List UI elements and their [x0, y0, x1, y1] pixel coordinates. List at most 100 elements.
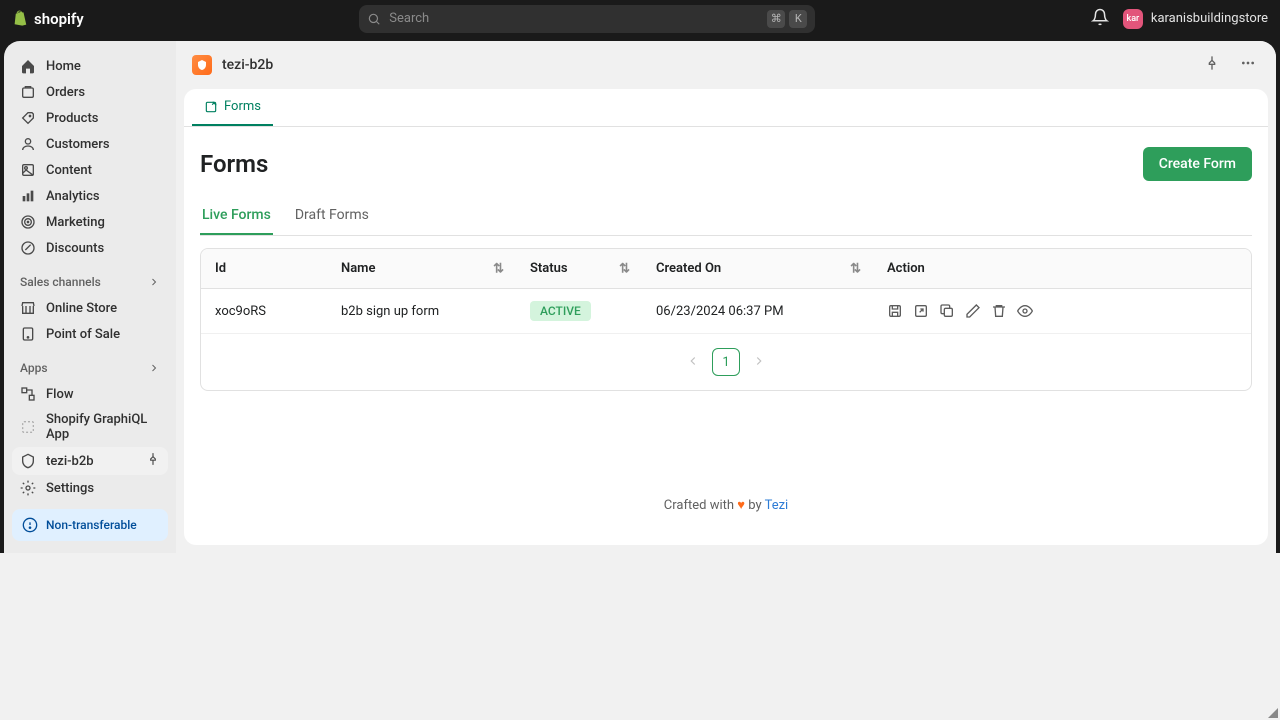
- col-created[interactable]: Created On⇅: [642, 249, 873, 289]
- content-area: tezi-b2b Forms Forms Create Form Live: [176, 41, 1276, 553]
- footer: Crafted with ♥ by Tezi: [200, 485, 1252, 525]
- pin-button[interactable]: [146, 452, 160, 470]
- gear-icon: [20, 480, 36, 496]
- sidebar-item-label: Marketing: [46, 215, 105, 230]
- trash-icon: [991, 303, 1007, 319]
- shield-icon: [20, 453, 36, 469]
- sidebar-item-marketing[interactable]: Marketing: [12, 209, 168, 235]
- chevron-right-icon: [752, 354, 766, 368]
- sidebar-item-pos[interactable]: Point of Sale: [12, 321, 168, 347]
- sidebar-item-online-store[interactable]: Online Store: [12, 295, 168, 321]
- eye-icon: [1017, 303, 1033, 319]
- sidebar-item-label: Discounts: [46, 241, 104, 256]
- sidebar-item-label: Shopify GraphiQL App: [46, 412, 160, 442]
- analytics-icon: [20, 188, 36, 204]
- forms-table: Id Name ⇅ Status⇅ Created On⇅ Action xoc9…: [200, 248, 1252, 391]
- tab-forms[interactable]: Forms: [192, 89, 273, 126]
- app-title: tezi-b2b: [222, 57, 273, 73]
- page-prev-button[interactable]: [682, 349, 704, 376]
- action-edit-button[interactable]: [965, 303, 981, 319]
- sidebar-item-label: Online Store: [46, 301, 117, 316]
- table-header-row: Id Name ⇅ Status⇅ Created On⇅ Action: [201, 249, 1251, 289]
- sidebar-item-label: Analytics: [46, 189, 100, 204]
- search-input[interactable]: Search ⌘ K: [359, 5, 815, 33]
- tab-label: Forms: [224, 99, 261, 114]
- pin-icon: [1204, 55, 1220, 71]
- heart-icon: ♥: [737, 498, 745, 513]
- sidebar-item-content[interactable]: Content: [12, 157, 168, 183]
- chevron-right-icon: [148, 362, 160, 374]
- kbd-k: K: [789, 10, 807, 28]
- create-form-button[interactable]: Create Form: [1143, 147, 1252, 181]
- sidebar-item-flow[interactable]: Flow: [12, 381, 168, 407]
- shield-icon: [196, 59, 208, 71]
- sidebar-item-home[interactable]: Home: [12, 53, 168, 79]
- shopify-bag-icon: [12, 10, 30, 28]
- chevron-right-icon: [148, 276, 160, 288]
- kbd-cmd: ⌘: [767, 10, 785, 28]
- sidebar-item-customers[interactable]: Customers: [12, 131, 168, 157]
- sidebar-item-label: Settings: [46, 481, 94, 496]
- notifications-button[interactable]: [1091, 8, 1109, 30]
- page-next-button[interactable]: [748, 349, 770, 376]
- col-action: Action: [873, 249, 1251, 289]
- action-copy-button[interactable]: [939, 303, 955, 319]
- sort-icon: ⇅: [493, 261, 504, 276]
- action-delete-button[interactable]: [991, 303, 1007, 319]
- badge-label: Non-transferable: [46, 518, 137, 532]
- sales-channels-section[interactable]: Sales channels: [12, 269, 168, 295]
- page-title: Forms: [200, 150, 268, 178]
- sidebar-item-discounts[interactable]: Discounts: [12, 235, 168, 261]
- table-row: xoc9oRS b2b sign up form ACTIVE 06/23/20…: [201, 289, 1251, 334]
- more-actions-button[interactable]: [1236, 51, 1260, 79]
- app-placeholder-icon: [20, 419, 36, 435]
- sidebar-item-settings[interactable]: Settings: [12, 475, 168, 501]
- shopify-logo[interactable]: shopify: [12, 10, 84, 28]
- cell-actions: [873, 289, 1251, 334]
- non-transferable-badge[interactable]: Non-transferable: [12, 509, 168, 541]
- sidebar-item-analytics[interactable]: Analytics: [12, 183, 168, 209]
- col-label: Name: [341, 261, 375, 276]
- cell-name: b2b sign up form: [327, 289, 516, 334]
- sidebar-item-label: Products: [46, 111, 98, 126]
- resize-handle[interactable]: [1268, 708, 1278, 718]
- sidebar-item-orders[interactable]: Orders: [12, 79, 168, 105]
- sidebar-item-tezi[interactable]: tezi-b2b: [12, 447, 168, 475]
- sidebar-item-products[interactable]: Products: [12, 105, 168, 131]
- footer-text: by: [745, 498, 765, 513]
- action-view-button[interactable]: [1017, 303, 1033, 319]
- sidebar: Home Orders Products Customers Content A…: [4, 41, 176, 553]
- sidebar-item-label: Customers: [46, 137, 110, 152]
- section-label: Sales channels: [20, 275, 101, 289]
- sidebar-item-label: tezi-b2b: [46, 454, 94, 469]
- chevron-left-icon: [686, 354, 700, 368]
- app-header: tezi-b2b: [176, 41, 1276, 89]
- col-id: Id: [201, 249, 327, 289]
- pin-app-button[interactable]: [1200, 51, 1224, 79]
- orders-icon: [20, 84, 36, 100]
- action-open-button[interactable]: [913, 303, 929, 319]
- page-number[interactable]: 1: [712, 348, 740, 376]
- sort-icon: ⇅: [850, 261, 861, 276]
- col-name[interactable]: Name ⇅: [327, 249, 516, 289]
- col-status[interactable]: Status⇅: [516, 249, 642, 289]
- pin-icon: [146, 452, 160, 466]
- section-label: Apps: [20, 361, 48, 375]
- form-icon: [204, 100, 218, 114]
- dots-icon: [1240, 55, 1256, 71]
- sidebar-item-graphiql[interactable]: Shopify GraphiQL App: [12, 407, 168, 447]
- action-save-button[interactable]: [887, 303, 903, 319]
- store-icon: [20, 300, 36, 316]
- sort-icon: ⇅: [619, 261, 630, 276]
- sidebar-item-label: Flow: [46, 387, 74, 402]
- tezi-link[interactable]: Tezi: [765, 498, 789, 513]
- tab-draft-forms[interactable]: Draft Forms: [293, 197, 371, 235]
- footer-text: Crafted with: [664, 498, 737, 513]
- app-icon: [192, 55, 212, 75]
- store-switcher[interactable]: kar karanisbuildingstore: [1123, 9, 1268, 29]
- discounts-icon: [20, 240, 36, 256]
- tab-live-forms[interactable]: Live Forms: [200, 197, 273, 235]
- flow-icon: [20, 386, 36, 402]
- app-frame: Forms Forms Create Form Live Forms Draft…: [184, 89, 1268, 545]
- apps-section[interactable]: Apps: [12, 355, 168, 381]
